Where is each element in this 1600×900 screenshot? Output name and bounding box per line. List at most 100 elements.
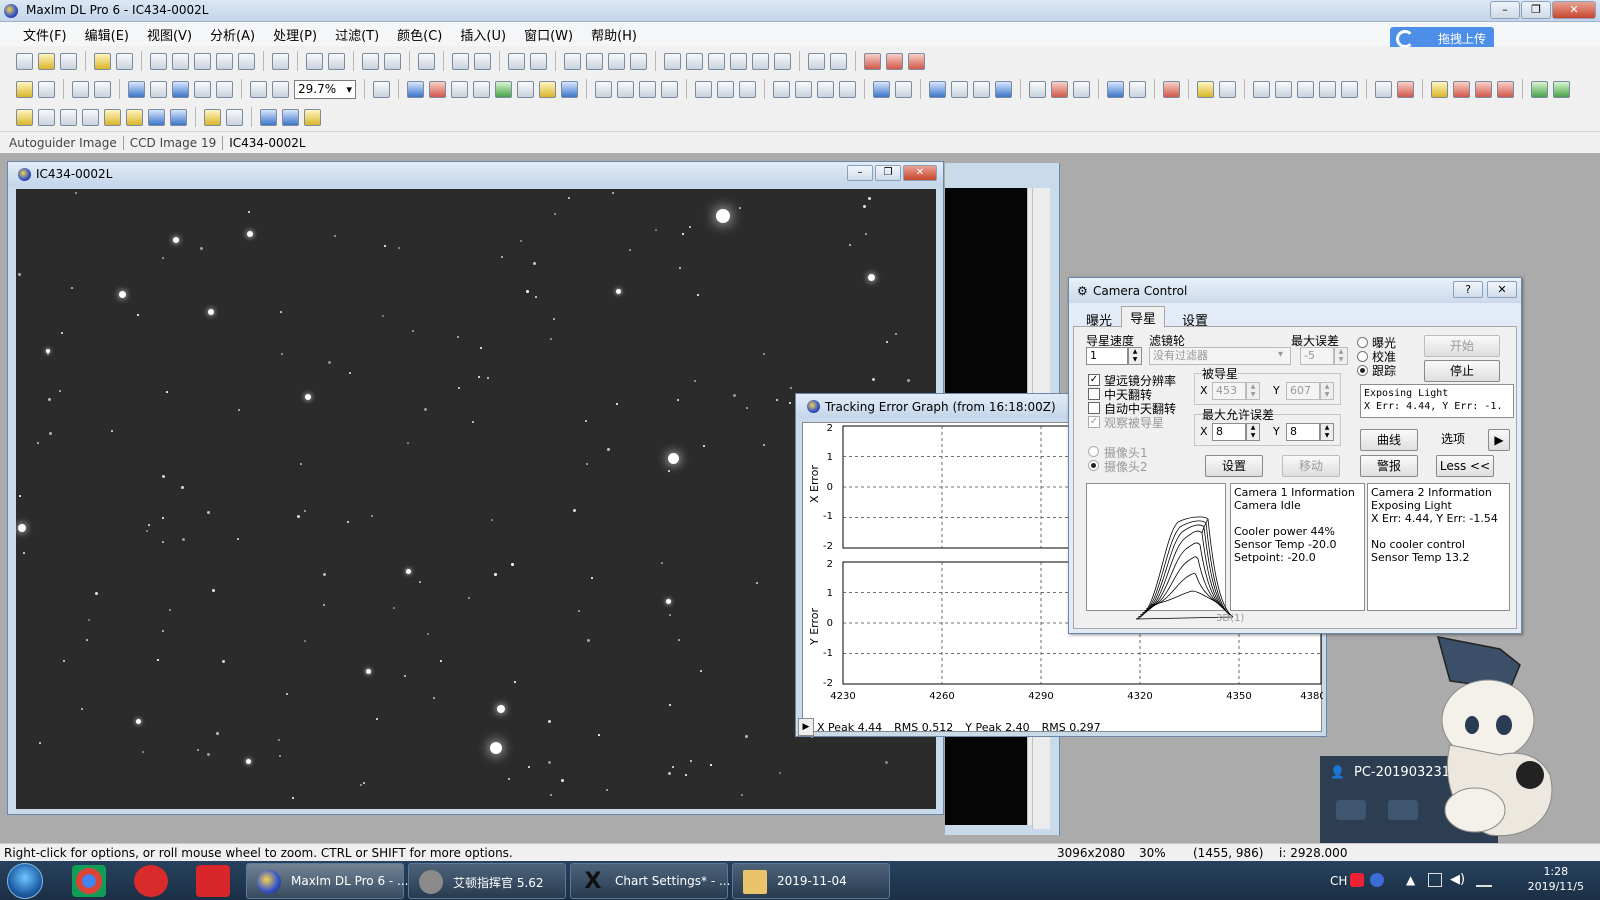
rotate-right-icon[interactable]	[730, 52, 747, 70]
zoom-out-icon[interactable]	[272, 80, 289, 98]
green-graph-icon[interactable]	[1553, 80, 1570, 98]
fit-window-icon[interactable]	[839, 80, 856, 98]
red-dark-icon[interactable]	[886, 52, 903, 70]
moon-icon[interactable]	[170, 108, 187, 126]
telescope-icon[interactable]	[384, 52, 401, 70]
export-icon[interactable]	[238, 52, 255, 70]
pencil-icon[interactable]	[808, 52, 825, 70]
crosshair-icon[interactable]	[951, 80, 968, 98]
allowed-y-spinner[interactable]: ▲ ▼	[1320, 423, 1334, 441]
watch-guide-star-checkbox[interactable]: ✓	[1088, 416, 1100, 428]
target-icon[interactable]	[973, 80, 990, 98]
tab-setup[interactable]: 设置	[1173, 308, 1217, 329]
stack-icon[interactable]	[739, 80, 756, 98]
grid-icon[interactable]	[216, 80, 233, 98]
magnify-plus-icon[interactable]	[795, 80, 812, 98]
filter-select[interactable]: 没有过滤器	[1149, 347, 1291, 365]
tab-ccd-image-19[interactable]: CCD Image 19	[130, 136, 216, 150]
graph-icon[interactable]	[1073, 80, 1090, 98]
image-minimize-button[interactable]: –	[847, 165, 873, 181]
desktop-pet-mascot[interactable]	[1420, 625, 1585, 845]
volume-icon[interactable]: ◀)	[1450, 872, 1465, 887]
allowed-y-input[interactable]: 8	[1286, 423, 1320, 441]
frame-icon[interactable]	[517, 80, 534, 98]
new-file-icon[interactable]	[16, 52, 33, 70]
crop-icon[interactable]	[564, 52, 581, 70]
stop-sign-icon[interactable]	[1475, 80, 1492, 98]
windows-start-icon[interactable]	[7, 863, 43, 899]
context-help-icon[interactable]	[373, 80, 390, 98]
measure-icon[interactable]	[1275, 80, 1292, 98]
netease-music-icon[interactable]	[134, 865, 168, 897]
annotation-icon[interactable]	[304, 108, 321, 126]
camera-help-button[interactable]: ?	[1453, 281, 1483, 298]
radio-calibrate[interactable]	[1357, 351, 1368, 362]
auto-meridian-flip-checkbox[interactable]	[1088, 402, 1100, 414]
clock[interactable]: 1:28 2019/11/5	[1528, 864, 1584, 894]
radio-track[interactable]	[1357, 365, 1368, 376]
tab-expose[interactable]: 曝光	[1077, 308, 1121, 329]
tab-autoguider-image[interactable]: Autoguider Image	[9, 136, 117, 150]
camera-close-button[interactable]: ✕	[1487, 281, 1517, 298]
options-button[interactable]: 选项	[1424, 429, 1482, 451]
print-preview-icon[interactable]	[306, 52, 323, 70]
task-maxim[interactable]: MaxIm DL Pro 6 - ...	[246, 863, 408, 899]
line-icon[interactable]	[226, 108, 243, 126]
plus-icon[interactable]	[1397, 80, 1414, 98]
search-icon[interactable]	[773, 80, 790, 98]
fit-icon[interactable]	[150, 80, 167, 98]
star-icon[interactable]	[16, 108, 33, 126]
curve-icon[interactable]	[282, 108, 299, 126]
eraser-icon[interactable]	[661, 80, 678, 98]
menu-filter[interactable]: 过滤(T)	[326, 25, 388, 44]
image-close-button[interactable]: ✕	[903, 165, 937, 181]
action-center-icon[interactable]	[1428, 873, 1442, 887]
task-folder[interactable]: 2019-11-04	[732, 863, 890, 899]
dashboard-icon[interactable]	[82, 108, 99, 126]
tab-guide[interactable]: 导星	[1121, 306, 1166, 328]
copy-icon[interactable]	[508, 52, 525, 70]
save-small-icon[interactable]	[38, 80, 55, 98]
zoom-in-icon[interactable]	[250, 80, 267, 98]
slider-icon[interactable]	[60, 108, 77, 126]
alarm-button[interactable]: 警报	[1360, 455, 1418, 477]
task-chart-settings[interactable]: X Chart Settings* - ...	[570, 863, 730, 899]
scan-icon[interactable]	[272, 52, 289, 70]
chrome-icon[interactable]	[72, 865, 106, 897]
block-icon[interactable]	[639, 80, 656, 98]
smiley-icon[interactable]	[126, 108, 143, 126]
wand-icon[interactable]	[1197, 80, 1214, 98]
magnify-minus-icon[interactable]	[817, 80, 834, 98]
cooler-icon[interactable]	[1453, 80, 1470, 98]
triangle-icon[interactable]	[38, 108, 55, 126]
minimize-button[interactable]: –	[1490, 1, 1520, 19]
star-y-spinner[interactable]: ▲ ▼	[1320, 382, 1334, 400]
layers-stack-icon[interactable]	[104, 108, 121, 126]
undo-icon[interactable]	[452, 52, 469, 70]
zoom-select[interactable]: 29.7%	[294, 79, 356, 99]
red-calibrate-icon[interactable]	[864, 52, 881, 70]
run-script-icon[interactable]	[418, 52, 435, 70]
menu-help[interactable]: 帮助(H)	[582, 25, 646, 44]
combine-icon[interactable]	[473, 80, 490, 98]
blue-frame-icon[interactable]	[995, 80, 1012, 98]
meridian-flip-checkbox[interactable]	[1088, 388, 1100, 400]
record-icon[interactable]	[1163, 80, 1180, 98]
options-arrow-button[interactable]: ▶	[1488, 429, 1510, 451]
stop-button[interactable]: 停止	[1424, 360, 1500, 382]
star-y-input[interactable]: 607	[1286, 382, 1320, 400]
alarm-icon[interactable]	[1497, 80, 1514, 98]
astrometry-icon[interactable]	[1319, 80, 1336, 98]
hand-icon[interactable]	[194, 80, 211, 98]
rotate-left-icon[interactable]	[708, 52, 725, 70]
histogram-icon[interactable]	[1341, 80, 1358, 98]
menu-insert[interactable]: 插入(U)	[451, 25, 515, 44]
star-x-spinner[interactable]: ▲ ▼	[1246, 382, 1260, 400]
image-restore-button[interactable]: ❐	[875, 165, 901, 181]
profile-icon[interactable]	[260, 108, 277, 126]
level-icon[interactable]	[595, 80, 612, 98]
save-copy-icon[interactable]	[194, 52, 211, 70]
max-error-spinner[interactable]: ▲ ▼	[1334, 347, 1348, 365]
flat-icon[interactable]	[717, 80, 734, 98]
close-button[interactable]: ✕	[1552, 1, 1596, 19]
